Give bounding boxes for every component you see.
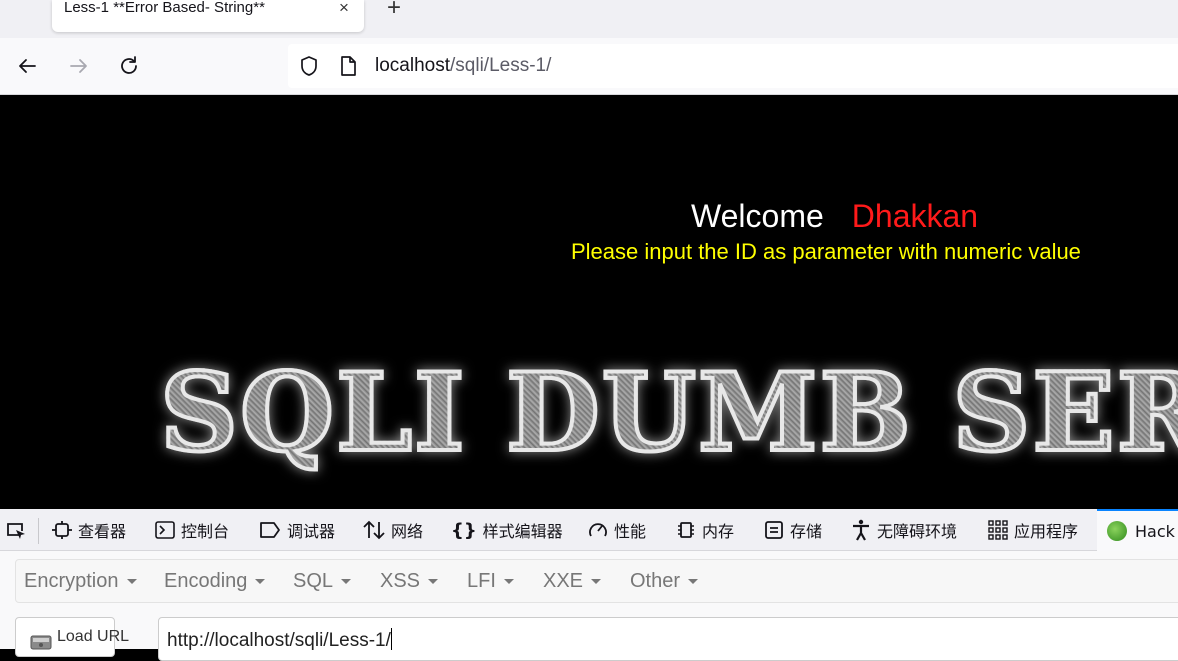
style-editor-icon: {} (451, 519, 477, 541)
menu-label: Encryption (24, 570, 119, 592)
menu-xss[interactable]: XSS (380, 560, 439, 602)
hackbar-menu: Encryption Encoding SQL XSS LFI XXE Othe… (15, 559, 1178, 603)
reload-icon[interactable] (115, 52, 143, 80)
tab-hackbar[interactable]: Hack (1097, 509, 1178, 551)
console-icon (155, 521, 175, 539)
tab-label: Hack (1135, 521, 1175, 541)
devtools-panel: 查看器 控制台 调试器 网络 {} 样式编辑器 性能 内存 存储 无障碍环境 应… (0, 509, 1178, 661)
menu-label: XSS (380, 570, 421, 592)
tab-style-editor[interactable]: {} 样式编辑器 (451, 509, 563, 551)
tab-label: 无障碍环境 (877, 522, 958, 541)
tab-network[interactable]: 网络 (363, 509, 423, 551)
instruction-text: Please input the ID as parameter with nu… (571, 239, 1081, 264)
chevron-down-icon (341, 579, 352, 584)
tab-title: Less-1 **Error Based- String** (64, 0, 265, 16)
browser-tab[interactable]: Less-1 **Error Based- String** × (52, 0, 364, 32)
menu-encoding[interactable]: Encoding (164, 560, 266, 602)
tab-memory[interactable]: 内存 (676, 509, 734, 551)
url-input-value: http://localhost/sqli/Less-1/ (167, 630, 391, 651)
element-picker-icon[interactable] (4, 520, 28, 542)
chevron-down-icon (126, 579, 137, 584)
menu-other[interactable]: Other (630, 560, 699, 602)
debugger-icon (259, 521, 281, 539)
url-path: /sqli/Less-1/ (450, 55, 552, 76)
tab-label: 内存 (702, 522, 735, 541)
menu-lfi[interactable]: LFI (467, 560, 514, 602)
chevron-down-icon (591, 579, 602, 584)
menu-label: Other (630, 570, 681, 592)
application-icon (988, 520, 1008, 540)
tab-inspector[interactable]: 查看器 (52, 509, 126, 551)
welcome-text: Welcome (691, 198, 824, 234)
url-text[interactable]: localhost/sqli/Less-1/ (375, 55, 551, 77)
tab-label: 控制台 (181, 522, 230, 541)
address-bar[interactable]: localhost/sqli/Less-1/ (288, 44, 1178, 88)
tab-label: 存储 (790, 522, 823, 541)
inspector-icon (52, 521, 72, 539)
url-host: localhost (375, 55, 450, 76)
back-icon[interactable] (13, 52, 41, 80)
tab-label: 调试器 (287, 522, 336, 541)
text-cursor (390, 628, 392, 650)
accessibility-icon (851, 519, 871, 541)
load-url-label: Load URL (57, 628, 130, 645)
new-tab-button[interactable]: + (382, 0, 406, 20)
menu-label: Encoding (164, 570, 248, 592)
tab-label: 应用程序 (1014, 522, 1079, 541)
load-url-icon (30, 634, 52, 650)
network-icon (363, 520, 385, 540)
tab-storage[interactable]: 存储 (764, 509, 822, 551)
tab-accessibility[interactable]: 无障碍环境 (851, 509, 957, 551)
tab-strip: Less-1 **Error Based- String** × + (0, 0, 1178, 38)
chevron-down-icon (688, 579, 699, 584)
storage-icon (764, 520, 784, 540)
sqli-banner-logo: SQLI DUMB SER (158, 356, 1178, 470)
page-info-icon[interactable] (337, 55, 359, 77)
hackbar-url-input[interactable]: http://localhost/sqli/Less-1/ (158, 617, 1178, 661)
shield-icon[interactable] (298, 55, 320, 77)
tab-console[interactable]: 控制台 (155, 509, 229, 551)
page-content: Welcome Dhakkan Please input the ID as pa… (0, 96, 1178, 508)
navigation-bar: localhost/sqli/Less-1/ (0, 38, 1178, 95)
hackbar-icon (1107, 521, 1127, 541)
close-tab-icon[interactable]: × (334, 0, 354, 18)
menu-xxe[interactable]: XXE (543, 560, 602, 602)
toolbar-divider (38, 518, 39, 544)
welcome-line: Welcome Dhakkan (691, 196, 978, 236)
tab-label: 查看器 (78, 522, 127, 541)
menu-label: SQL (293, 570, 334, 592)
menu-sql[interactable]: SQL (293, 560, 352, 602)
devtools-tab-bar: 查看器 控制台 调试器 网络 {} 样式编辑器 性能 内存 存储 无障碍环境 应… (0, 509, 1178, 551)
user-name: Dhakkan (851, 198, 979, 234)
performance-icon (588, 521, 608, 539)
tab-label: 样式编辑器 (482, 522, 563, 541)
tab-label: 性能 (614, 522, 647, 541)
chevron-down-icon (428, 579, 439, 584)
load-url-button[interactable]: Load URL (15, 617, 129, 657)
menu-encryption[interactable]: Encryption (24, 560, 137, 602)
menu-label: XXE (543, 570, 584, 592)
tab-label: 网络 (391, 522, 424, 541)
tab-debugger[interactable]: 调试器 (259, 509, 335, 551)
memory-icon (676, 520, 696, 540)
chevron-down-icon (255, 579, 266, 584)
tab-application[interactable]: 应用程序 (988, 509, 1078, 551)
chevron-down-icon (503, 579, 514, 584)
menu-label: LFI (467, 570, 496, 592)
tab-performance[interactable]: 性能 (588, 509, 646, 551)
forward-icon[interactable] (65, 52, 93, 80)
